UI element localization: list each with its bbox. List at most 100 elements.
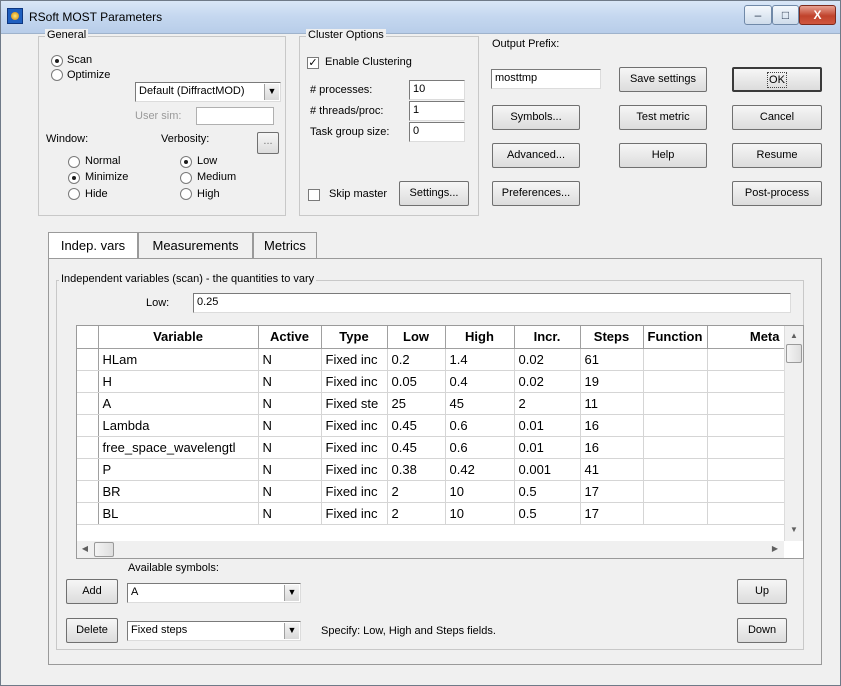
- cell-meta[interactable]: [707, 392, 785, 415]
- cell-active[interactable]: N: [258, 458, 322, 481]
- window-hide-radio[interactable]: [68, 188, 80, 200]
- cell-type[interactable]: Fixed inc: [321, 370, 388, 393]
- skip-master-checkbox[interactable]: [308, 189, 320, 201]
- chevron-down-icon[interactable]: ▼: [264, 84, 279, 100]
- cell-variable[interactable]: HLam: [98, 348, 259, 371]
- low-input[interactable]: 0.25: [193, 293, 791, 313]
- row-header[interactable]: [77, 436, 99, 459]
- variables-table[interactable]: Variable Active Type Low High Incr. Step…: [76, 325, 804, 559]
- row-header[interactable]: [77, 502, 99, 525]
- column-header-type[interactable]: Type: [321, 326, 388, 349]
- cell-incr[interactable]: 0.01: [514, 436, 581, 459]
- verbosity-high-radio[interactable]: [180, 188, 192, 200]
- variable-type-select[interactable]: Fixed steps ▼: [127, 621, 301, 641]
- cell-type[interactable]: Fixed inc: [321, 436, 388, 459]
- cell-function[interactable]: [643, 436, 708, 459]
- table-row[interactable]: BL N Fixed inc 2 10 0.5 17: [77, 502, 785, 525]
- table-horizontal-scrollbar[interactable]: ◀ ▶: [77, 541, 784, 558]
- title-bar[interactable]: RSoft MOST Parameters – □ X: [1, 1, 840, 34]
- tab-metrics[interactable]: Metrics: [253, 232, 317, 258]
- available-symbols-select[interactable]: A ▼: [127, 583, 301, 603]
- optimize-radio[interactable]: [51, 69, 63, 81]
- column-header-function[interactable]: Function: [643, 326, 708, 349]
- cell-steps[interactable]: 61: [580, 348, 644, 371]
- minimize-button[interactable]: –: [744, 5, 772, 25]
- cell-function[interactable]: [643, 348, 708, 371]
- row-header[interactable]: [77, 458, 99, 481]
- table-row[interactable]: P N Fixed inc 0.38 0.42 0.001 41: [77, 458, 785, 481]
- cell-variable[interactable]: A: [98, 392, 259, 415]
- table-row[interactable]: A N Fixed ste 25 45 2 11: [77, 392, 785, 415]
- cell-low[interactable]: 0.38: [387, 458, 446, 481]
- task-group-input[interactable]: 0: [409, 122, 465, 142]
- cancel-button[interactable]: Cancel: [732, 105, 822, 130]
- cell-steps[interactable]: 17: [580, 480, 644, 503]
- cell-variable[interactable]: BR: [98, 480, 259, 503]
- scroll-down-icon[interactable]: ▼: [786, 522, 802, 538]
- cell-meta[interactable]: [707, 502, 785, 525]
- cell-steps[interactable]: 16: [580, 436, 644, 459]
- cell-meta[interactable]: [707, 458, 785, 481]
- scroll-right-icon[interactable]: ▶: [767, 541, 783, 557]
- cell-active[interactable]: N: [258, 348, 322, 371]
- cell-incr[interactable]: 0.01: [514, 414, 581, 437]
- cell-incr[interactable]: 0.5: [514, 502, 581, 525]
- cell-active[interactable]: N: [258, 480, 322, 503]
- cell-incr[interactable]: 0.001: [514, 458, 581, 481]
- cell-incr[interactable]: 0.5: [514, 480, 581, 503]
- delete-button[interactable]: Delete: [66, 618, 118, 643]
- cell-low[interactable]: 0.2: [387, 348, 446, 371]
- cell-type[interactable]: Fixed inc: [321, 414, 388, 437]
- symbols-button[interactable]: Symbols...: [492, 105, 580, 130]
- cell-function[interactable]: [643, 480, 708, 503]
- cell-type[interactable]: Fixed ste: [321, 392, 388, 415]
- cell-steps[interactable]: 41: [580, 458, 644, 481]
- ok-button[interactable]: OK: [732, 67, 822, 92]
- cell-function[interactable]: [643, 392, 708, 415]
- cell-type[interactable]: Fixed inc: [321, 348, 388, 371]
- cell-steps[interactable]: 19: [580, 370, 644, 393]
- cell-steps[interactable]: 11: [580, 392, 644, 415]
- cell-low[interactable]: 0.45: [387, 414, 446, 437]
- cell-high[interactable]: 0.4: [445, 370, 515, 393]
- cell-variable[interactable]: H: [98, 370, 259, 393]
- down-button[interactable]: Down: [737, 618, 787, 643]
- cell-steps[interactable]: 16: [580, 414, 644, 437]
- window-minimize-radio[interactable]: [68, 172, 80, 184]
- cell-meta[interactable]: [707, 414, 785, 437]
- resume-button[interactable]: Resume: [732, 143, 822, 168]
- row-header[interactable]: [77, 414, 99, 437]
- cell-meta[interactable]: [707, 480, 785, 503]
- table-row[interactable]: BR N Fixed inc 2 10 0.5 17: [77, 480, 785, 503]
- horizontal-scroll-thumb[interactable]: [94, 542, 114, 557]
- cell-low[interactable]: 0.45: [387, 436, 446, 459]
- preferences-button[interactable]: Preferences...: [492, 181, 580, 206]
- cell-type[interactable]: Fixed inc: [321, 458, 388, 481]
- cell-low[interactable]: 2: [387, 502, 446, 525]
- table-row[interactable]: Lambda N Fixed inc 0.45 0.6 0.01 16: [77, 414, 785, 437]
- test-metric-button[interactable]: Test metric: [619, 105, 707, 130]
- column-header-high[interactable]: High: [445, 326, 515, 349]
- column-header-meta[interactable]: Meta: [707, 326, 785, 349]
- cell-active[interactable]: N: [258, 436, 322, 459]
- table-row[interactable]: HLam N Fixed inc 0.2 1.4 0.02 61: [77, 348, 785, 371]
- row-header[interactable]: [77, 392, 99, 415]
- row-header[interactable]: [77, 348, 99, 371]
- cell-incr[interactable]: 0.02: [514, 348, 581, 371]
- cluster-settings-button[interactable]: Settings...: [399, 181, 469, 206]
- tab-indep-vars[interactable]: Indep. vars: [48, 232, 138, 260]
- scroll-left-icon[interactable]: ◀: [77, 541, 93, 557]
- cell-meta[interactable]: [707, 436, 785, 459]
- column-header-low[interactable]: Low: [387, 326, 446, 349]
- column-header-active[interactable]: Active: [258, 326, 322, 349]
- cell-active[interactable]: N: [258, 392, 322, 415]
- cell-variable[interactable]: free_space_wavelengtl: [98, 436, 259, 459]
- tab-measurements[interactable]: Measurements: [138, 232, 253, 258]
- verbosity-options-button[interactable]: ...: [257, 132, 279, 154]
- user-sim-input[interactable]: [196, 107, 274, 125]
- row-header[interactable]: [77, 480, 99, 503]
- cell-high[interactable]: 0.6: [445, 436, 515, 459]
- chevron-down-icon[interactable]: ▼: [284, 585, 299, 601]
- row-header[interactable]: [77, 370, 99, 393]
- verbosity-low-radio[interactable]: [180, 156, 192, 168]
